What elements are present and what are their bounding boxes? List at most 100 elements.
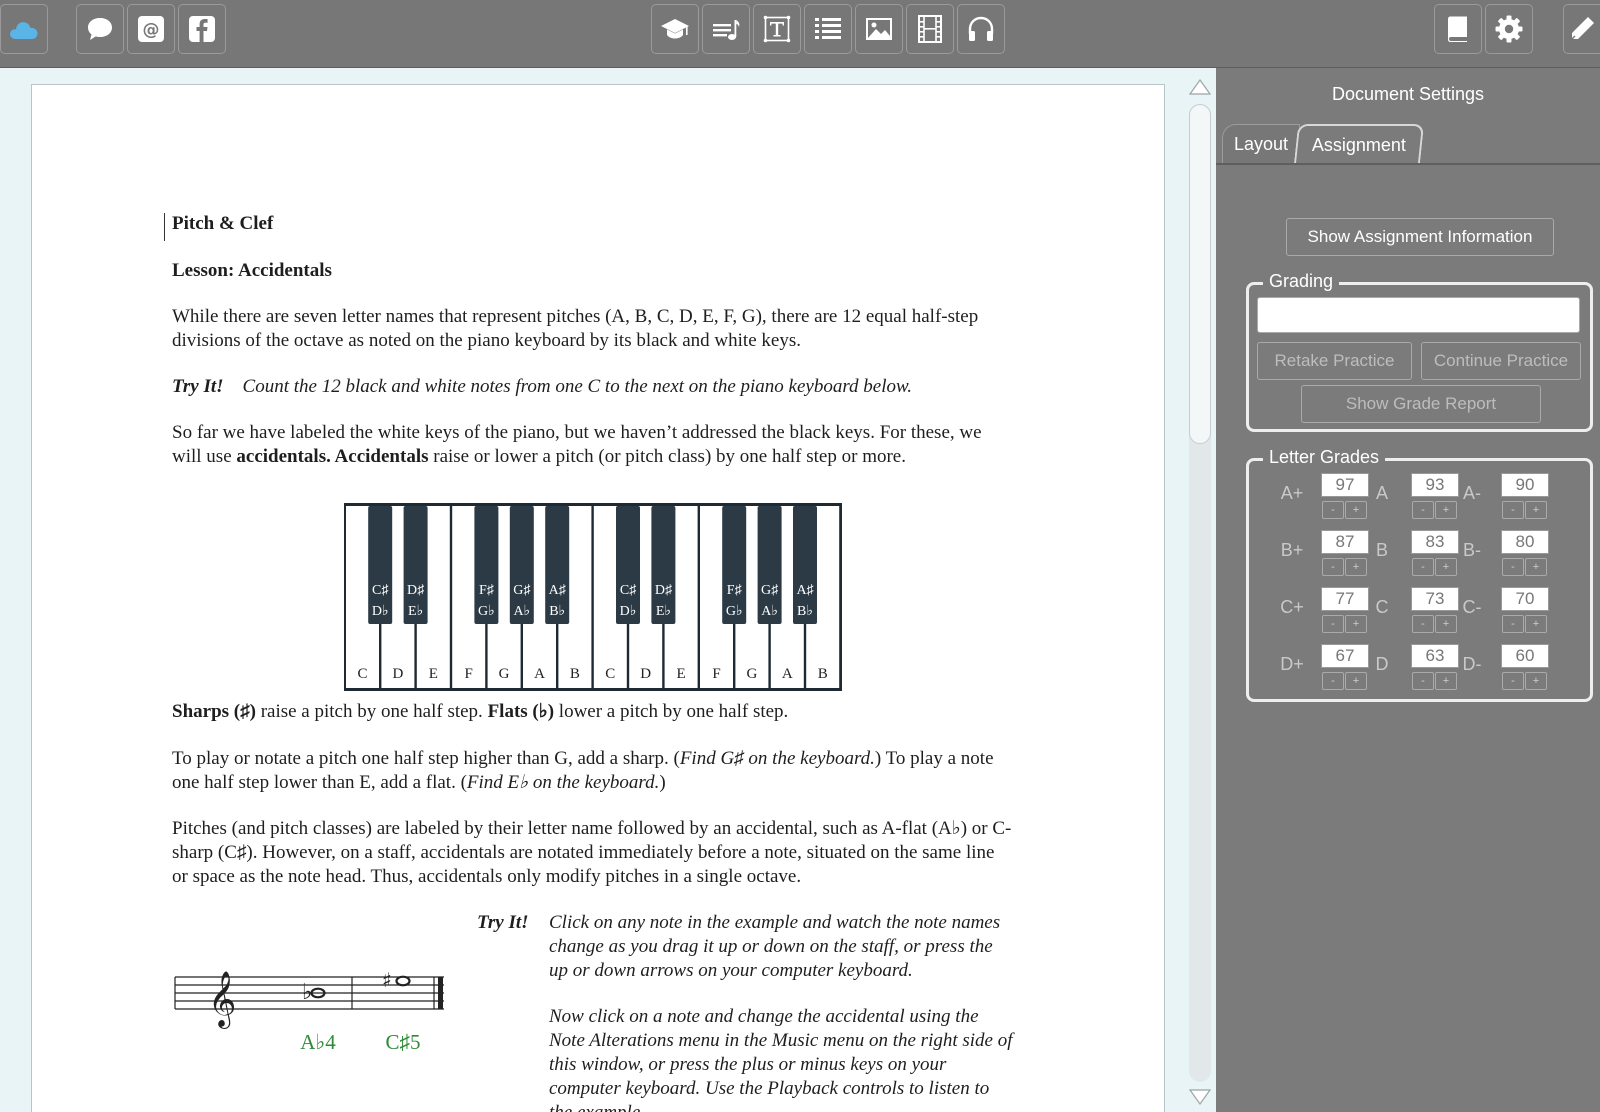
black-key-flat-label: A♭	[761, 604, 778, 619]
grade-label: C+	[1280, 597, 1304, 617]
black-key-flat-label: G♭	[478, 604, 495, 619]
white-key-label: G	[499, 666, 510, 682]
grade-decrement-button[interactable]: -	[1322, 501, 1344, 519]
white-key-label: F	[465, 666, 473, 682]
cloud-button[interactable]	[0, 4, 48, 54]
audio-button[interactable]	[957, 4, 1005, 54]
document-page[interactable]: Pitch & Clef Lesson: Accidentals While t…	[31, 84, 1165, 1112]
grade-value-input[interactable]: 70	[1501, 587, 1549, 611]
grade-decrement-button[interactable]: -	[1502, 501, 1524, 519]
grade-decrement-button[interactable]: -	[1412, 615, 1434, 633]
book-icon	[1448, 16, 1467, 42]
black-key-flat-label: G♭	[726, 604, 743, 619]
edit-button[interactable]	[1563, 4, 1600, 54]
grade-increment-button[interactable]: +	[1525, 615, 1547, 633]
tab-divider	[1216, 163, 1600, 165]
facebook-button[interactable]	[178, 4, 226, 54]
grade-increment-button[interactable]: +	[1525, 558, 1547, 576]
text-cursor	[164, 213, 165, 241]
book-button[interactable]	[1434, 4, 1482, 54]
piano-keyboard[interactable]: C D E F G A B C D E F G A B C♯ D♭ D♯ E♭ F♯ G♭ G♯ A♭ A♯ B♭ C♯ D♭ D…	[343, 502, 843, 692]
music-button[interactable]	[702, 4, 750, 54]
image-button[interactable]	[855, 4, 903, 54]
grading-group: Grading Retake Practice Continue Practic…	[1246, 271, 1593, 432]
grade-decrement-button[interactable]: -	[1412, 672, 1434, 690]
black-key-flat-label: B♭	[549, 604, 565, 619]
text-run: )	[659, 772, 666, 793]
try-it-text-1: Count the 12 black and white notes from …	[242, 376, 913, 397]
text-run: To play or notate a pitch one half step …	[172, 748, 680, 769]
bold-run: Sharps (♯)	[172, 701, 256, 722]
black-key-sharp-label: A♯	[796, 583, 814, 598]
grade-label: D	[1375, 654, 1389, 674]
grade-decrement-button[interactable]: -	[1412, 558, 1434, 576]
film-icon	[918, 15, 942, 43]
treble-clef-icon: 𝄞	[208, 971, 236, 1029]
tab-assignment[interactable]: Assignment	[1293, 124, 1425, 164]
black-key-sharp-label: F♯	[479, 583, 495, 598]
grade-decrement-button[interactable]: -	[1412, 501, 1434, 519]
note-name-2: C♯5	[385, 1030, 420, 1054]
black-key-flat-label: B♭	[797, 604, 813, 619]
grade-increment-button[interactable]: +	[1525, 501, 1547, 519]
black-key-flat-label: A♭	[513, 604, 530, 619]
grade-decrement-button[interactable]: -	[1502, 558, 1524, 576]
black-key-sharp-label: F♯	[727, 583, 743, 598]
grade-decrement-button[interactable]: -	[1502, 672, 1524, 690]
grade-decrement-button[interactable]: -	[1502, 615, 1524, 633]
white-key-label: G	[746, 666, 757, 682]
scrollbar-thumb[interactable]	[1189, 104, 1211, 444]
black-key-flat-label: E♭	[408, 604, 423, 619]
white-key-label: A	[782, 666, 793, 682]
at-sign-icon: @	[138, 16, 164, 42]
white-key-label: B	[818, 666, 828, 682]
note-head-2[interactable]	[395, 975, 411, 987]
white-key-label: B	[570, 666, 580, 682]
tab-layout[interactable]: Layout	[1222, 124, 1300, 164]
video-button[interactable]	[906, 4, 954, 54]
grade-increment-button[interactable]: +	[1525, 672, 1547, 690]
show-grade-report-button[interactable]: Show Grade Report	[1301, 385, 1541, 423]
grade-label: B+	[1280, 540, 1304, 560]
grade-decrement-button[interactable]: -	[1322, 672, 1344, 690]
white-key-label: E	[677, 666, 686, 682]
grading-input[interactable]	[1257, 297, 1580, 333]
white-key-label: D	[640, 666, 651, 682]
paragraph-sharps-flats: Sharps (♯) raise a pitch by one half ste…	[172, 700, 1012, 724]
gear-icon	[1495, 15, 1523, 43]
grade-label: D-	[1462, 654, 1482, 674]
grade-label: A-	[1463, 483, 1481, 503]
image-icon	[866, 18, 892, 40]
grade-label: A+	[1280, 483, 1304, 503]
chat-button[interactable]	[76, 4, 124, 54]
grade-value-input[interactable]: 60	[1501, 644, 1549, 668]
show-assignment-info-button[interactable]: Show Assignment Information	[1286, 218, 1554, 256]
lesson-heading: Lesson: Accidentals	[172, 260, 332, 281]
bold-run: accidentals. Accidentals	[236, 446, 429, 467]
black-key-flat-label: D♭	[620, 604, 637, 619]
retake-practice-button[interactable]: Retake Practice	[1257, 342, 1412, 380]
grade-value-input[interactable]: 90	[1501, 473, 1549, 497]
continue-practice-button[interactable]: Continue Practice	[1421, 342, 1581, 380]
svg-text:@: @	[143, 20, 160, 40]
grade-decrement-button[interactable]: -	[1322, 558, 1344, 576]
grade-value-input[interactable]: 80	[1501, 530, 1549, 554]
scroll-up-icon[interactable]	[1189, 78, 1211, 96]
grade-label: C-	[1462, 597, 1482, 617]
headphones-icon	[968, 16, 994, 41]
black-key-flat-label: D♭	[372, 604, 389, 619]
settings-button[interactable]	[1485, 4, 1533, 54]
black-key-sharp-label: D♯	[407, 583, 425, 598]
music-staff-example[interactable]: 𝄞 ♭ ♯ A♭4 C♯5	[172, 955, 462, 1055]
lessons-button[interactable]	[651, 4, 699, 54]
list-button[interactable]	[804, 4, 852, 54]
document-scrollbar[interactable]	[1186, 78, 1214, 1112]
scroll-down-icon[interactable]	[1189, 1088, 1211, 1106]
text-run: lower a pitch by one half step.	[554, 701, 789, 722]
graduation-cap-icon	[661, 19, 689, 39]
grade-decrement-button[interactable]: -	[1322, 615, 1344, 633]
try-it-text-2a: Click on any note in the example and wat…	[549, 912, 1001, 981]
mention-button[interactable]: @	[127, 4, 175, 54]
text-box-button[interactable]	[753, 4, 801, 54]
facebook-icon	[189, 16, 215, 42]
